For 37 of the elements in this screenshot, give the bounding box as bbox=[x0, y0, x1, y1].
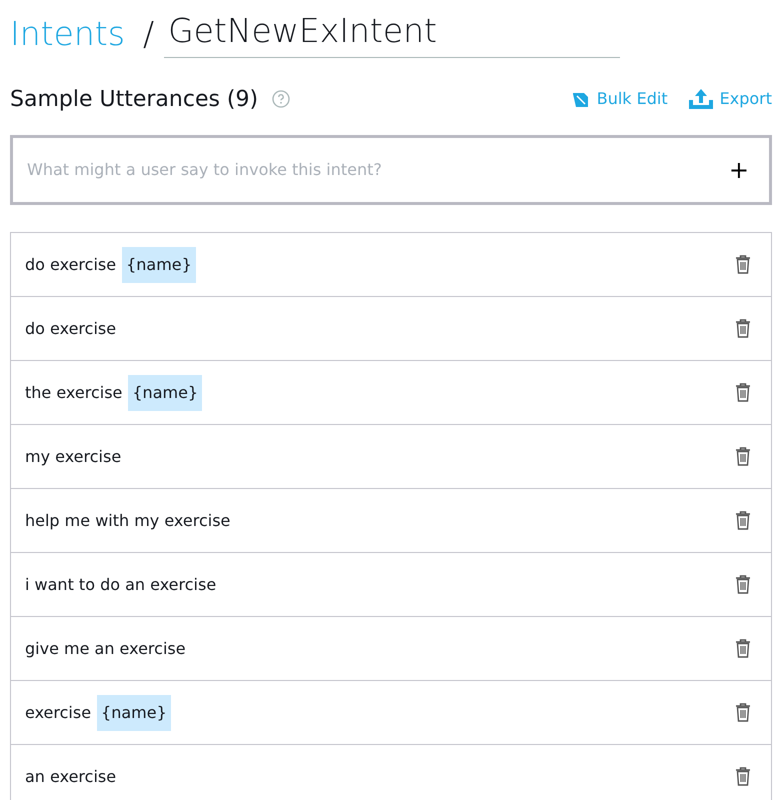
slot-tag[interactable]: {name} bbox=[128, 374, 202, 410]
utterance-text: do exercise bbox=[25, 254, 116, 276]
utterance-text: give me an exercise bbox=[25, 638, 186, 660]
edit-icon bbox=[572, 90, 589, 108]
utterance-row[interactable]: my exercise bbox=[11, 425, 771, 489]
section-title: Sample Utterances (9) bbox=[10, 86, 258, 114]
utterance-text: the exercise bbox=[25, 382, 122, 404]
trash-icon[interactable] bbox=[735, 575, 751, 594]
utterance-text: i want to do an exercise bbox=[25, 574, 216, 596]
utterance-row[interactable]: exercise {name} bbox=[11, 681, 771, 745]
utterance-row[interactable]: an exercise bbox=[11, 745, 771, 800]
trash-icon[interactable] bbox=[735, 767, 751, 786]
trash-icon[interactable] bbox=[735, 511, 751, 530]
trash-icon[interactable] bbox=[735, 255, 751, 274]
trash-icon[interactable] bbox=[735, 703, 751, 722]
intent-name-field[interactable]: GetNewExIntent bbox=[164, 14, 620, 58]
utterance-input[interactable]: What might a user say to invoke this intent? + bbox=[10, 135, 772, 205]
utterance-text: an exercise bbox=[25, 766, 116, 788]
trash-icon[interactable] bbox=[735, 639, 751, 658]
slot-tag[interactable]: {name} bbox=[122, 246, 196, 282]
utterance-row[interactable]: do exercise bbox=[11, 297, 771, 361]
utterance-text: exercise bbox=[25, 702, 92, 724]
add-button[interactable]: + bbox=[728, 158, 749, 182]
utterance-row[interactable]: help me with my exercise bbox=[11, 489, 771, 553]
utterance-row[interactable]: i want to do an exercise bbox=[11, 553, 771, 617]
utterance-text: do exercise bbox=[25, 318, 116, 340]
utterance-text: my exercise bbox=[25, 446, 122, 468]
utterance-text: help me with my exercise bbox=[25, 510, 230, 532]
utterance-row[interactable]: give me an exercise bbox=[11, 617, 771, 681]
trash-icon[interactable] bbox=[735, 447, 751, 466]
trash-icon[interactable] bbox=[735, 319, 751, 338]
slot-tag[interactable]: {name} bbox=[97, 694, 171, 730]
trash-icon[interactable] bbox=[735, 383, 751, 402]
upload-icon bbox=[688, 88, 714, 110]
breadcrumb-separator: / bbox=[142, 17, 154, 55]
utterance-row[interactable]: do exercise {name} bbox=[11, 233, 771, 297]
utterance-row[interactable]: the exercise {name} bbox=[11, 361, 771, 425]
